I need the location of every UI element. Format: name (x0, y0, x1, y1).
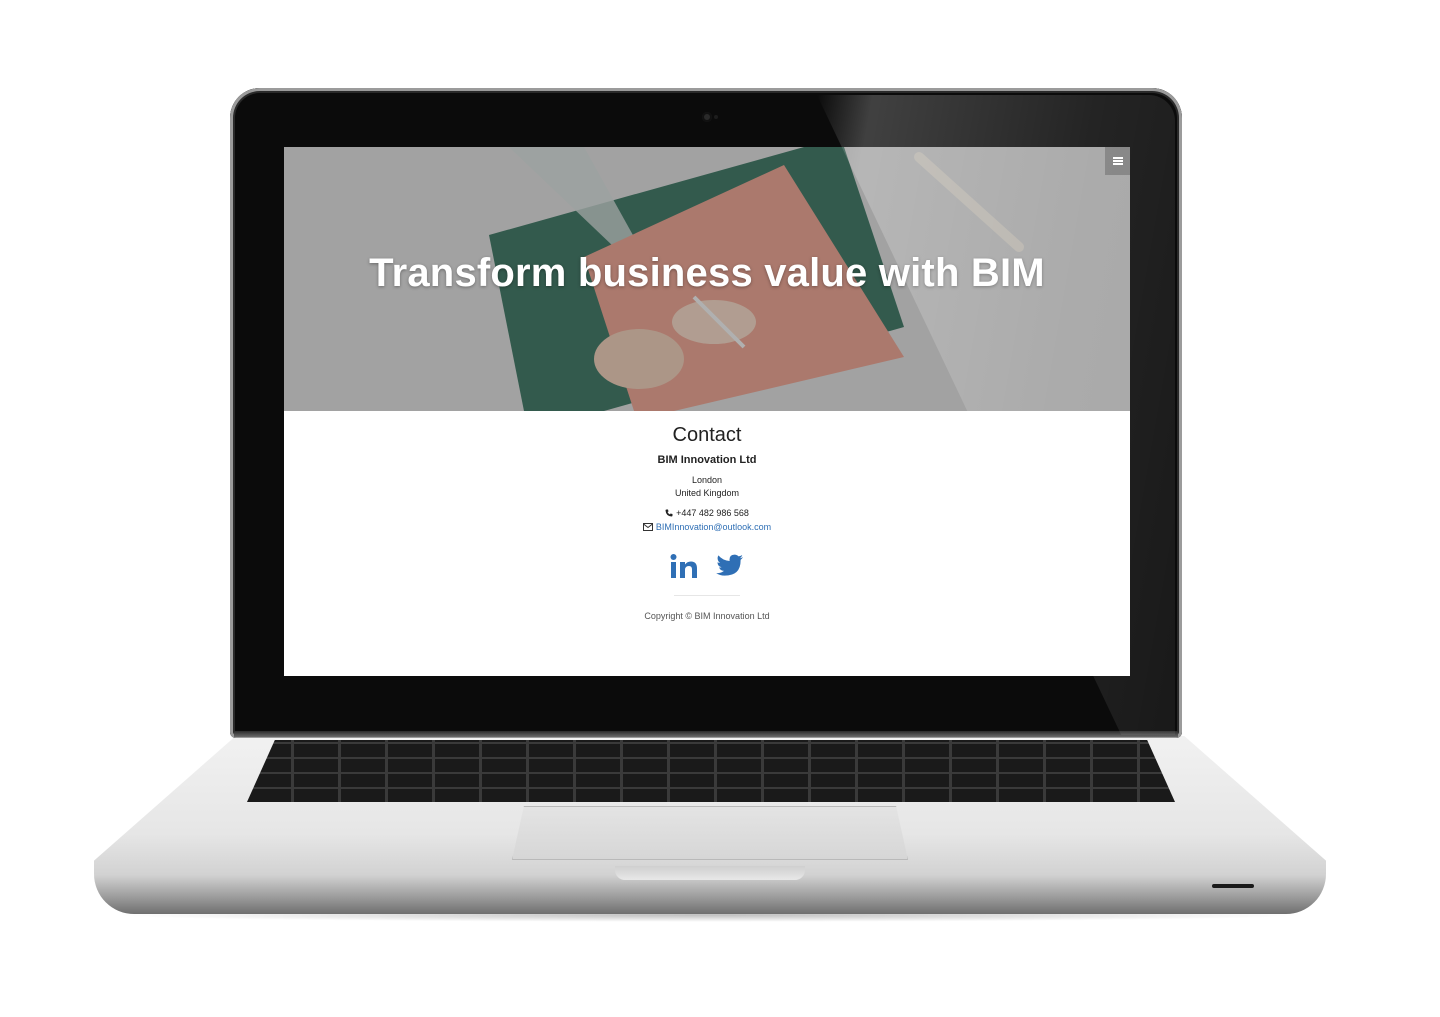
twitter-icon[interactable] (715, 552, 745, 580)
laptop-indicator-led (1212, 884, 1254, 888)
linkedin-icon[interactable] (669, 552, 699, 580)
hamburger-icon (1112, 157, 1123, 165)
contact-heading: Contact (672, 424, 742, 446)
laptop-lid-notch (615, 866, 805, 880)
phone-icon (665, 509, 673, 517)
address-city: London (691, 475, 723, 485)
laptop-trackpad (512, 806, 908, 860)
social-links (284, 552, 1130, 580)
email-link[interactable]: BIMInnovation@outlook.com (656, 522, 771, 532)
email-line: BIMInnovation@outlook.com (284, 522, 1130, 532)
menu-button[interactable] (1105, 147, 1130, 175)
envelope-icon (642, 523, 653, 531)
laptop-keyboard (247, 740, 1175, 802)
hero-title: Transform business value with BIM (369, 251, 1045, 295)
footer-divider (674, 595, 740, 596)
laptop-hinge (234, 731, 1178, 737)
company-name: BIM Innovation Ltd (657, 454, 757, 466)
browser-screen: Transform business value with BIM Contac… (284, 147, 1130, 676)
camera-icon (702, 112, 718, 122)
phone-line: +447 482 986 568 (284, 508, 1130, 518)
address-country: United Kingdom (674, 488, 740, 498)
copyright-text: Copyright © BIM Innovation Ltd (644, 611, 770, 621)
contact-section: Contact BIM Innovation Ltd London United… (284, 411, 1130, 676)
phone-number: +447 482 986 568 (676, 508, 749, 518)
hero-banner: Transform business value with BIM (284, 147, 1130, 411)
